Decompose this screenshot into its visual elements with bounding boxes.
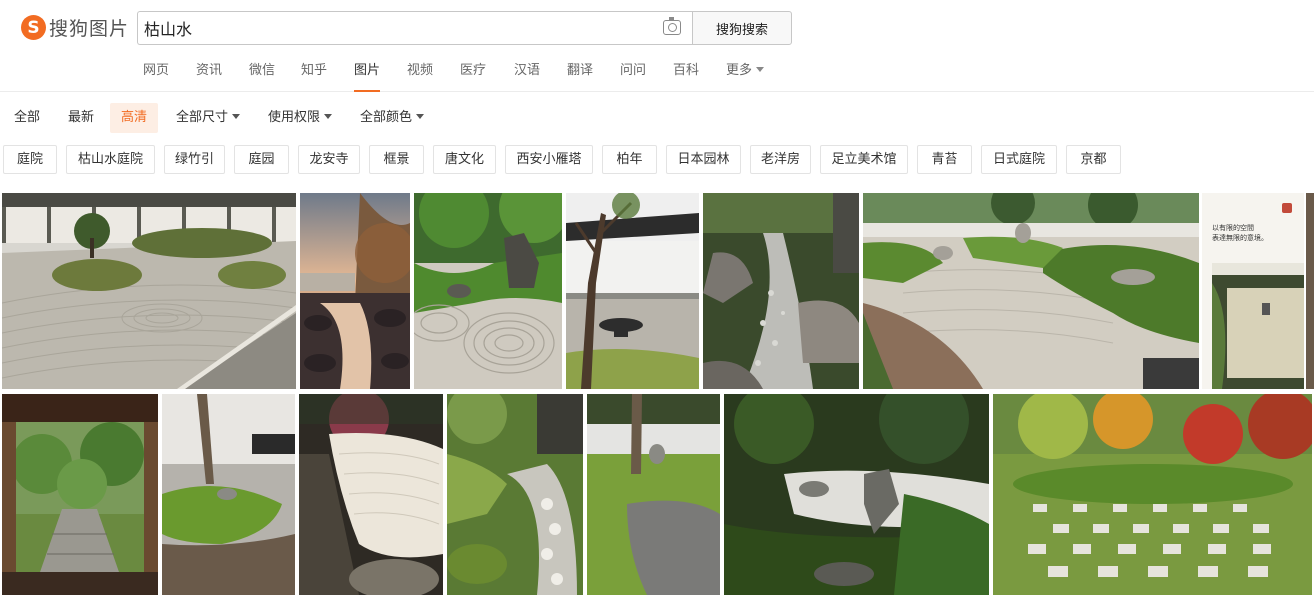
image-result-pebble-stream[interactable] — [703, 193, 859, 389]
logo[interactable]: S 搜狗图片 — [21, 14, 129, 41]
filter-color-label: 全部颜色 — [360, 110, 413, 125]
nav-baike[interactable]: 百科 — [673, 60, 699, 92]
search-button[interactable]: 搜狗搜索 — [692, 11, 792, 45]
nav-images[interactable]: 图片 — [354, 60, 381, 92]
sogou-logo-icon: S — [21, 15, 46, 40]
chevron-down-icon — [324, 114, 333, 119]
filter-size[interactable]: 全部尺寸 — [176, 103, 241, 133]
nav-wenwen[interactable]: 问问 — [620, 60, 646, 92]
filter-color[interactable]: 全部颜色 — [360, 103, 425, 133]
chevron-down-icon — [232, 114, 241, 119]
related-tags: 庭院 枯山水庭院 绿竹引 庭园 龙安寺 框景 唐文化 西安小雁塔 柏年 日本园林… — [0, 145, 1314, 175]
tag-item[interactable]: 京都 — [1066, 145, 1121, 174]
tag-item[interactable]: 日式庭院 — [981, 145, 1057, 174]
tag-item[interactable]: 唐文化 — [433, 145, 496, 174]
nav-translate[interactable]: 翻译 — [567, 60, 593, 92]
filter-license[interactable]: 使用权限 — [268, 103, 333, 133]
nav-web[interactable]: 网页 — [143, 60, 169, 92]
tag-item[interactable]: 足立美术馆 — [820, 145, 908, 174]
nav-wechat[interactable]: 微信 — [249, 60, 275, 92]
nav-more-label: 更多 — [726, 63, 753, 78]
tag-item[interactable]: 柏年 — [602, 145, 657, 174]
tag-item[interactable]: 枯山水庭院 — [66, 145, 155, 174]
tag-item[interactable]: 框景 — [369, 145, 424, 174]
tag-item[interactable]: 青苔 — [917, 145, 972, 174]
tag-item[interactable]: 西安小雁塔 — [505, 145, 593, 174]
tag-item[interactable]: 绿竹引 — [164, 145, 225, 174]
image-result-checkerboard-moss[interactable] — [993, 394, 1312, 595]
image-result-gate-view-path[interactable] — [2, 394, 158, 595]
tag-item[interactable]: 日本园林 — [666, 145, 741, 174]
image-result-courtyard-tree[interactable] — [566, 193, 699, 389]
filter-latest[interactable]: 最新 — [68, 103, 94, 133]
logo-text: 搜狗图片 — [49, 18, 130, 40]
image-result-forest-garden[interactable] — [724, 394, 989, 595]
search-box — [137, 11, 693, 45]
image-result-text-card-garden[interactable]: 以有限的空間 表達無限的意境。 — [1202, 193, 1304, 389]
card-caption-line: 表達無限的意境。 — [1212, 234, 1268, 242]
image-result-large-moss-rock-garden[interactable] — [863, 193, 1199, 389]
filter-size-label: 全部尺寸 — [176, 110, 229, 125]
search-input[interactable] — [144, 12, 644, 44]
image-result-moss-bed-trunk[interactable] — [162, 394, 295, 595]
chevron-down-icon — [416, 114, 425, 119]
nav-zhihu[interactable]: 知乎 — [301, 60, 327, 92]
tag-item[interactable]: 庭院 — [3, 145, 57, 174]
nav-news[interactable]: 资讯 — [196, 60, 222, 92]
nav-video[interactable]: 视频 — [407, 60, 433, 92]
nav-medical[interactable]: 医疗 — [460, 60, 486, 92]
header: S 搜狗图片 搜狗搜索 网页 资讯 微信 知乎 图片 视频 医疗 汉语 翻译 问… — [0, 0, 1314, 92]
nav-more[interactable]: 更多 — [726, 60, 765, 92]
tag-item[interactable]: 老洋房 — [750, 145, 811, 174]
image-result-zen-garden-raked-gravel[interactable] — [2, 193, 296, 389]
image-result-stepping-stones[interactable] — [587, 394, 720, 595]
image-result-partial[interactable] — [1306, 193, 1314, 389]
filter-license-label: 使用权限 — [268, 110, 321, 125]
nav-hanyu[interactable]: 汉语 — [514, 60, 540, 92]
tag-item[interactable]: 龙安寺 — [298, 145, 360, 174]
image-result-white-gravel-maple[interactable] — [299, 394, 443, 595]
card-caption: 以有限的空間 表達無限的意境。 — [1212, 223, 1268, 243]
camera-icon[interactable] — [663, 17, 681, 35]
filter-all[interactable]: 全部 — [14, 103, 40, 133]
filter-bar: 全部 最新 高清 全部尺寸 使用权限 全部颜色 — [0, 103, 1314, 133]
card-caption-line: 以有限的空間 — [1212, 224, 1254, 232]
image-result-reflecting-pond[interactable] — [300, 193, 410, 389]
tag-item[interactable]: 庭园 — [234, 145, 289, 174]
chevron-down-icon — [756, 67, 765, 72]
image-result-pebble-path[interactable] — [447, 394, 583, 595]
image-result-moss-rock-spiral[interactable] — [414, 193, 562, 389]
filter-hd[interactable]: 高清 — [110, 103, 159, 133]
